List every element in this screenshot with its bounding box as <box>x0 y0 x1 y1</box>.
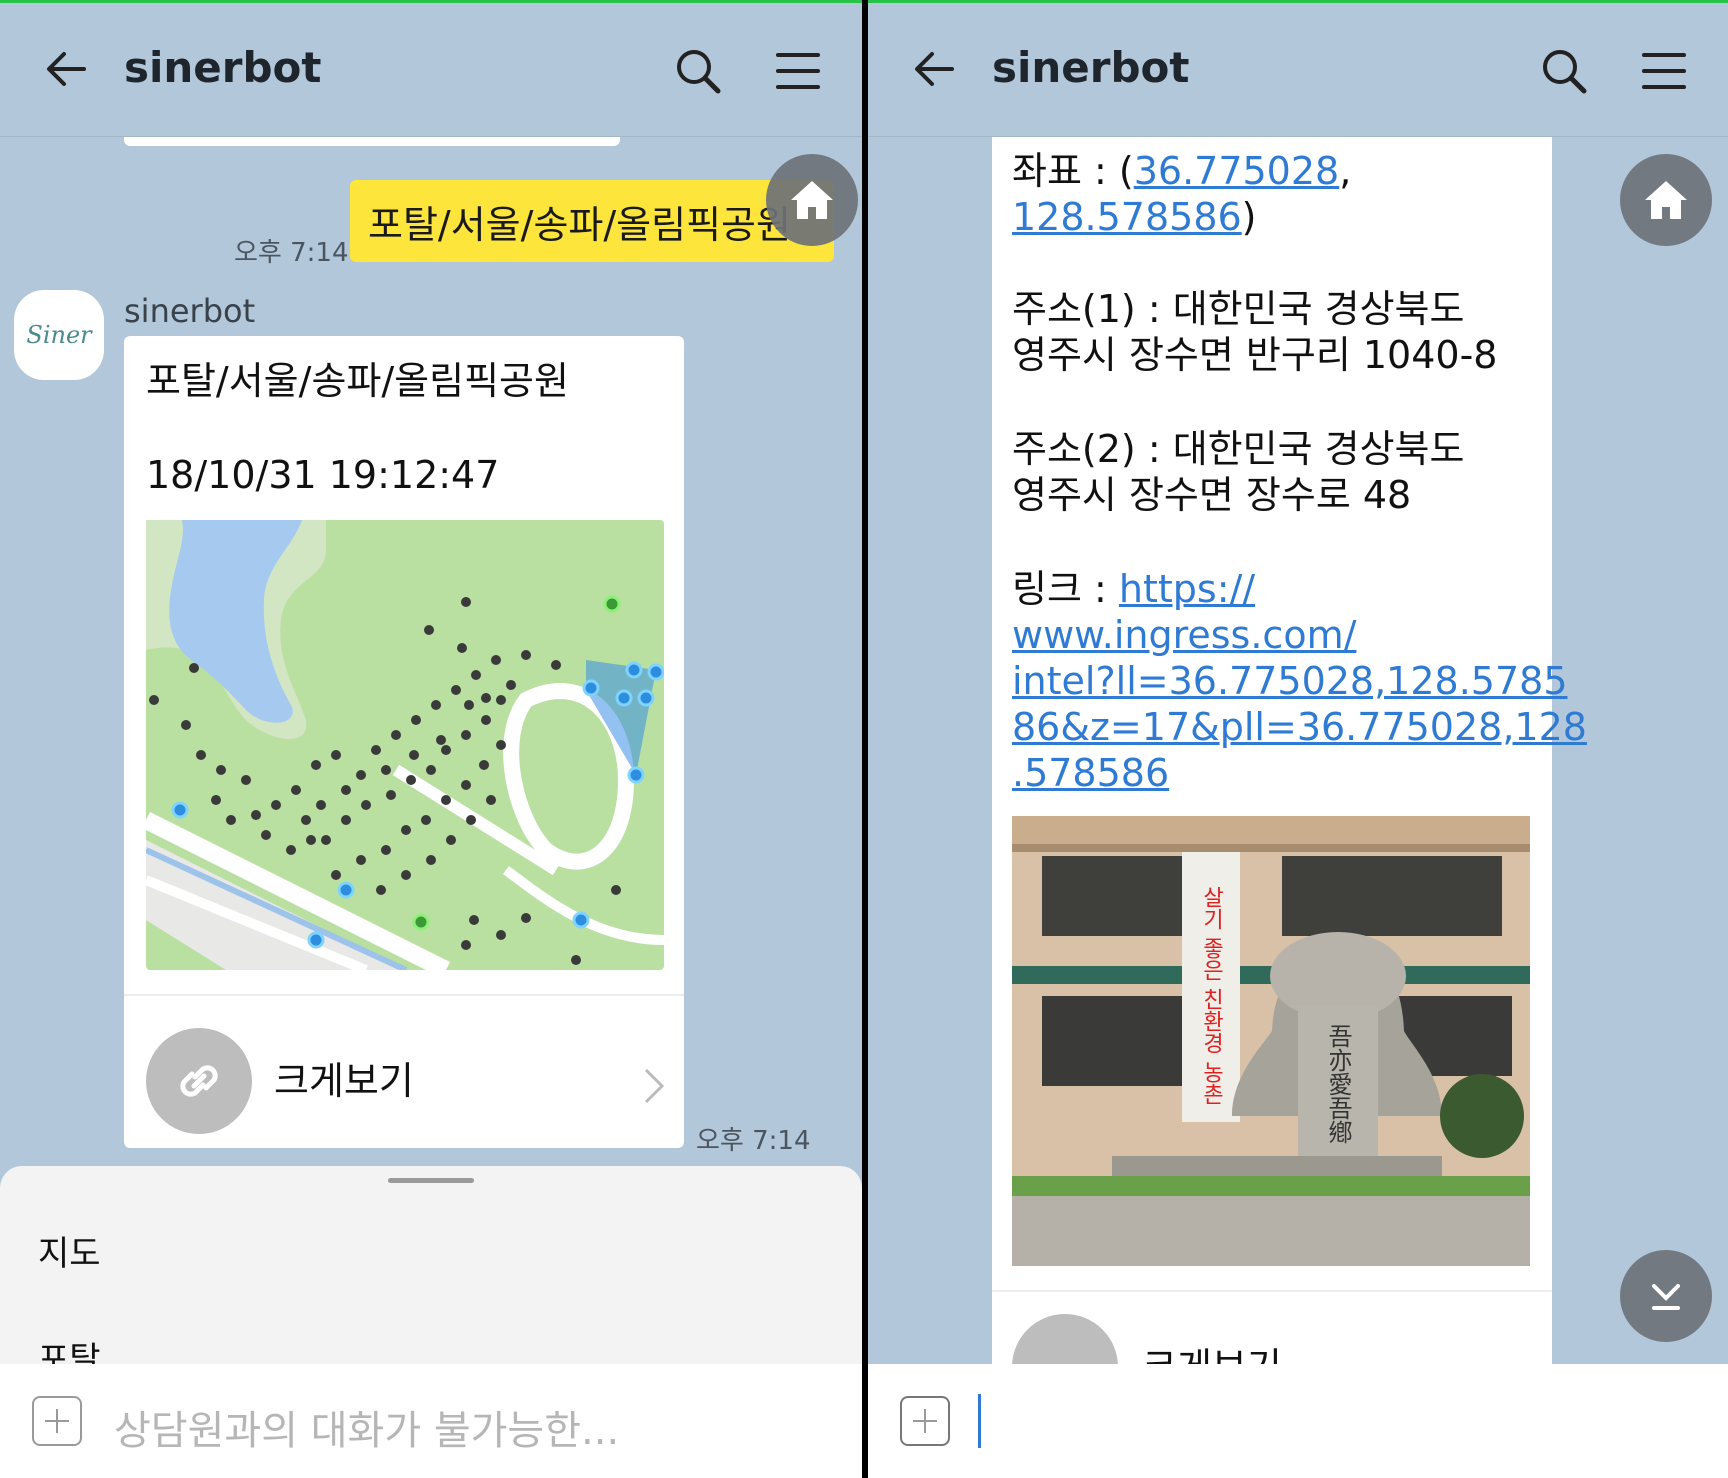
message-input-placeholder[interactable]: 상담원과의 대화가 불가능한... <box>114 1398 619 1456</box>
attach-plus-icon[interactable] <box>900 1396 950 1446</box>
bot-message-card: 포탈/서울/송파/올림픽공원 18/10/31 19:12:47 크게보기 <box>124 336 684 1148</box>
back-arrow-icon[interactable] <box>912 47 956 91</box>
ingress-link-line-4[interactable]: 86&z=17&pll=36.775028,128 <box>1012 705 1587 749</box>
chevron-right-icon <box>644 1068 665 1104</box>
ingress-link-line-2[interactable]: www.ingress.com/ <box>1012 613 1356 657</box>
stone-inscription: 吾亦愛吾鄕 <box>1324 1024 1352 1144</box>
location-photo[interactable]: 살기 좋은 친환경 농촌 吾亦愛吾鄕 <box>1012 816 1530 1266</box>
view-larger-label: 크게보기 <box>274 1059 414 1103</box>
sent-time: 오후 7:14 <box>234 238 349 268</box>
address-1-line-1: 주소(1) : 대한민국 경상북도 <box>1012 287 1465 331</box>
ingress-link-line-3[interactable]: intel?ll=36.775028,128.5785 <box>1012 659 1568 703</box>
sent-message-bubble: 포탈/서울/송파/올림픽공원 <box>350 180 834 262</box>
menu-icon[interactable] <box>1640 49 1688 93</box>
scroll-down-button[interactable] <box>1620 1250 1712 1342</box>
home-button[interactable] <box>766 154 858 246</box>
chat-title: sinerbot <box>124 43 322 92</box>
message-input-field[interactable] <box>978 1384 1698 1458</box>
bot-message-card: 좌표 : (36.775028, 128.578586) 주소(1) : 대한민… <box>992 120 1587 1370</box>
coordinates-label: 좌표 : ( <box>1012 149 1134 193</box>
ingress-link-line-1[interactable]: https:// <box>1119 567 1255 611</box>
chat-header: sinerbot <box>868 3 1728 137</box>
address-2-line-1: 주소(2) : 대한민국 경상북도 <box>1012 427 1465 471</box>
link-label: 링크 : <box>1012 567 1119 611</box>
coordinates-text: 좌표 : (36.775028, 128.578586) <box>1012 148 1351 240</box>
avatar-logo-text: Siner <box>26 321 92 349</box>
coordinates-lat-link[interactable]: 36.775028 <box>1134 149 1340 193</box>
address-2-line-2: 영주시 장수면 장수로 48 <box>1012 473 1412 517</box>
card-title: 포탈/서울/송파/올림픽공원 <box>146 359 569 403</box>
coordinates-lng-link[interactable]: 128.578586 <box>1012 195 1242 239</box>
link-icon <box>1012 1314 1118 1370</box>
coordinates-close: ) <box>1241 195 1257 239</box>
search-icon[interactable] <box>1540 47 1588 95</box>
address-2: 주소(2) : 대한민국 경상북도 영주시 장수면 장수로 48 <box>1012 426 1464 518</box>
bot-avatar: Siner <box>14 290 104 380</box>
attach-plus-icon[interactable] <box>32 1396 82 1446</box>
chevron-down-icon <box>1652 1284 1680 1310</box>
view-larger-link[interactable]: 크게보기 <box>124 996 684 1148</box>
menu-icon[interactable] <box>774 49 822 93</box>
card-datetime: 18/10/31 19:12:47 <box>146 453 500 497</box>
text-cursor <box>978 1394 981 1448</box>
sender-name: sinerbot <box>124 292 256 330</box>
address-1: 주소(1) : 대한민국 경상북도 영주시 장수면 반구리 1040-8 <box>1012 286 1497 378</box>
message-input-bar <box>868 1364 1728 1478</box>
home-button[interactable] <box>1620 154 1712 246</box>
ingress-link-line-5[interactable]: .578586 <box>1012 751 1169 795</box>
message-input-bar: 상담원과의 대화가 불가능한... <box>0 1364 862 1478</box>
chat-header: sinerbot <box>0 3 862 137</box>
link-text: 링크 : https:// www.ingress.com/ intel?ll=… <box>1012 566 1587 796</box>
left-chat-screen: sinerbot 오후 7:14 포탈/서울/송파/올림픽공원 Siner si… <box>0 0 862 1478</box>
search-icon[interactable] <box>674 47 722 95</box>
address-1-line-2: 영주시 장수면 반구리 1040-8 <box>1012 333 1498 377</box>
map-thumbnail[interactable] <box>146 520 664 970</box>
coordinates-comma: , <box>1339 149 1352 193</box>
bot-message-time: 오후 7:14 <box>696 1126 811 1156</box>
sheet-item-map[interactable]: 지도 <box>38 1226 101 1275</box>
banner-text: 살기 좋은 친환경 농촌 <box>1199 886 1224 1105</box>
home-icon <box>791 181 833 219</box>
view-larger-link[interactable]: 크게보기 <box>992 1292 1552 1370</box>
sheet-handle[interactable] <box>388 1178 474 1183</box>
link-icon <box>146 1028 252 1134</box>
chat-title: sinerbot <box>992 43 1190 92</box>
back-arrow-icon[interactable] <box>44 47 88 91</box>
right-chat-screen: sinerbot 좌표 : (36.775028, 128.578586) 주소… <box>868 0 1728 1478</box>
home-icon <box>1645 181 1687 219</box>
